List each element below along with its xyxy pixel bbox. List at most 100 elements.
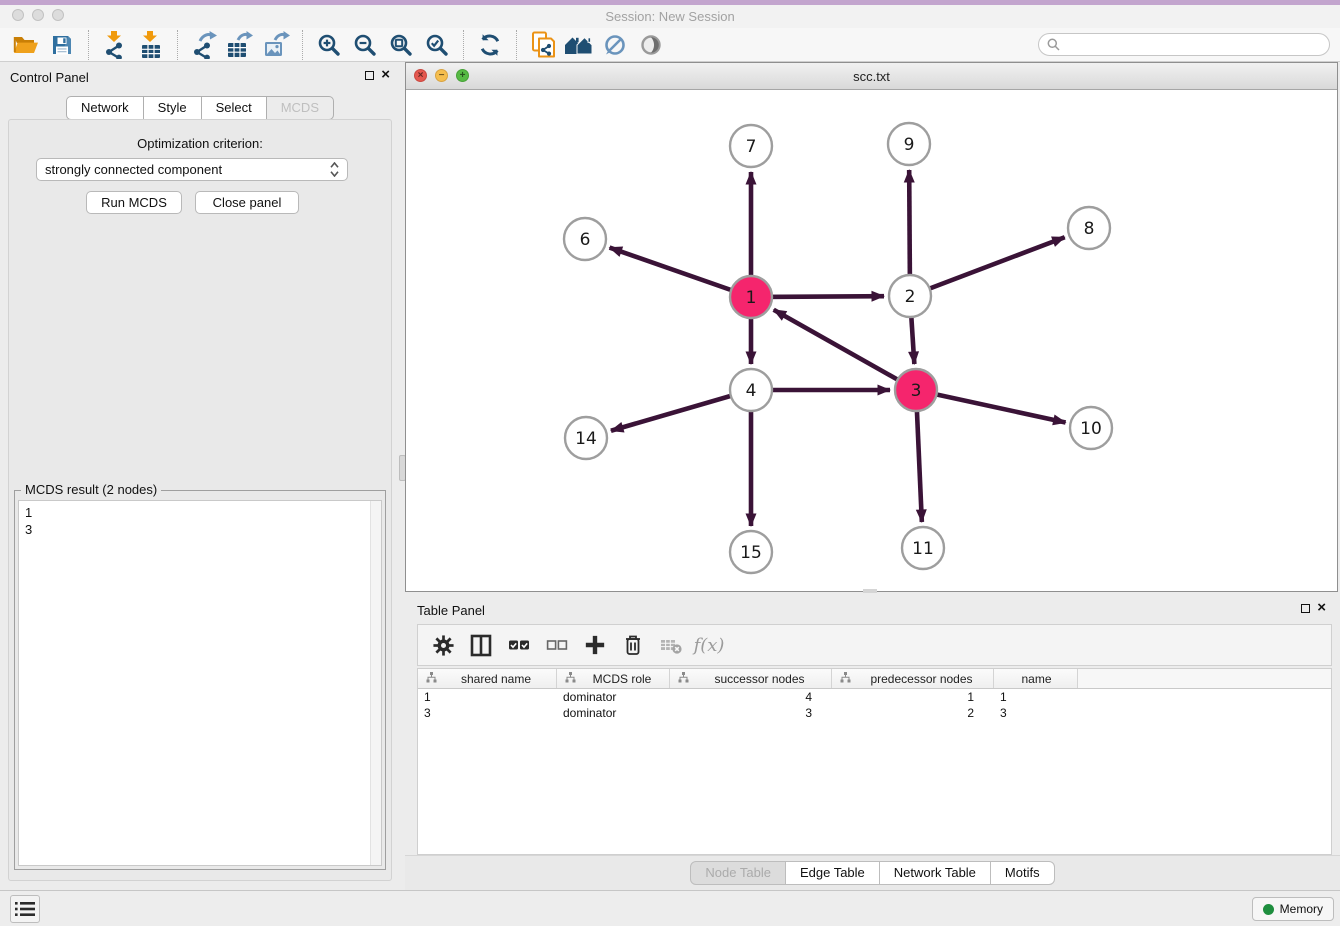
float-panel-icon[interactable] (365, 71, 374, 80)
table-row[interactable]: 1dominator411 (418, 689, 1331, 705)
table-header-row[interactable]: shared nameMCDS rolesuccessor nodesprede… (418, 669, 1331, 689)
table-toolbar: f(x) (417, 624, 1332, 666)
apply-layout-icon[interactable] (472, 29, 508, 61)
graph-node-15[interactable]: 15 (730, 531, 772, 573)
import-table-icon[interactable] (133, 29, 169, 61)
close-table-panel-icon[interactable]: × (1317, 602, 1326, 614)
export-table-icon[interactable] (222, 29, 258, 61)
table-body[interactable]: 1dominator4113dominator323 (418, 689, 1331, 721)
export-image-icon[interactable] (258, 29, 294, 61)
search-input[interactable] (1065, 38, 1321, 52)
hide-graphics-details-icon[interactable] (597, 29, 633, 61)
graph-node-2[interactable]: 2 (889, 275, 931, 317)
tab-edge-table[interactable]: Edge Table (785, 861, 880, 885)
graph-node-9[interactable]: 9 (888, 123, 930, 165)
float-table-panel-icon[interactable] (1301, 604, 1310, 613)
tab-network-table[interactable]: Network Table (879, 861, 991, 885)
column-header-successor-nodes[interactable]: successor nodes (670, 669, 832, 688)
deselect-all-columns-icon[interactable] (540, 628, 574, 662)
search-field[interactable] (1038, 33, 1330, 56)
close-panel-icon[interactable]: × (381, 69, 390, 81)
canvas-resize-handle[interactable] (863, 589, 877, 593)
graph-node-7[interactable]: 7 (730, 125, 772, 167)
column-header-predecessor-nodes[interactable]: predecessor nodes (832, 669, 994, 688)
run-mcds-button[interactable]: Run MCDS (86, 191, 182, 214)
table-cell[interactable]: 1 (832, 690, 994, 704)
select-all-columns-icon[interactable] (502, 628, 536, 662)
network-canvas[interactable]: 7 9 6 8 1 2 4 3 14 10 15 11 (406, 90, 1337, 591)
column-tree-icon (426, 672, 437, 686)
memory-button[interactable]: Memory (1252, 897, 1334, 921)
tab-mcds[interactable]: MCDS (266, 96, 334, 120)
maximize-window-button[interactable] (52, 9, 64, 21)
graph-edge-3-1[interactable] (774, 310, 916, 390)
memory-label: Memory (1280, 902, 1323, 916)
graph-node-3[interactable]: 3 (895, 369, 937, 411)
houses-icon[interactable] (561, 29, 597, 61)
network-maximize-icon[interactable]: + (456, 69, 469, 82)
graph-node-4[interactable]: 4 (730, 369, 772, 411)
import-network-icon[interactable] (97, 29, 133, 61)
svg-text:2: 2 (905, 287, 916, 307)
table-settings-gear-icon[interactable] (426, 628, 460, 662)
column-header-shared-name[interactable]: shared name (418, 669, 557, 688)
table-cell[interactable]: 3 (994, 706, 1078, 720)
graph-node-6[interactable]: 6 (564, 218, 606, 260)
save-session-icon[interactable] (44, 29, 80, 61)
tab-select[interactable]: Select (201, 96, 267, 120)
column-tree-icon (565, 672, 576, 686)
table-cell[interactable]: 1 (418, 690, 557, 704)
graph-node-14[interactable]: 14 (565, 417, 607, 459)
graph-node-8[interactable]: 8 (1068, 207, 1110, 249)
create-column-plus-icon[interactable] (578, 628, 612, 662)
zoom-out-icon[interactable] (347, 29, 383, 61)
zoom-in-icon[interactable] (311, 29, 347, 61)
table-cell[interactable]: 1 (994, 690, 1078, 704)
tab-network[interactable]: Network (66, 96, 144, 120)
network-graph[interactable]: 7 9 6 8 1 2 4 3 14 10 15 11 (406, 90, 1337, 591)
graph-node-1[interactable]: 1 (730, 276, 772, 318)
graph-edge-2-8[interactable] (910, 237, 1065, 296)
tab-node-table[interactable]: Node Table (690, 861, 786, 885)
column-header-MCDS-role[interactable]: MCDS role (557, 669, 670, 688)
show-columns-icon[interactable] (464, 628, 498, 662)
show-graphics-details-icon[interactable] (633, 29, 669, 61)
macos-titlebar: Session: New Session (0, 5, 1340, 28)
graph-edge-1-6[interactable] (610, 248, 751, 297)
search-icon (1047, 38, 1060, 51)
delete-column-trash-icon[interactable] (616, 628, 650, 662)
node-table[interactable]: shared nameMCDS rolesuccessor nodesprede… (417, 668, 1332, 855)
export-network-icon[interactable] (186, 29, 222, 61)
minimize-window-button[interactable] (32, 9, 44, 21)
network-window-titlebar[interactable]: × − + scc.txt (406, 63, 1337, 90)
tab-motifs[interactable]: Motifs (990, 861, 1055, 885)
criterion-dropdown[interactable]: strongly connected component (36, 158, 348, 181)
graph-edge-3-10[interactable] (916, 390, 1066, 422)
table-cell[interactable]: dominator (557, 706, 670, 720)
table-cell[interactable]: 4 (670, 690, 832, 704)
close-window-button[interactable] (12, 9, 24, 21)
tab-style[interactable]: Style (143, 96, 202, 120)
table-row[interactable]: 3dominator323 (418, 705, 1331, 721)
network-minimize-icon[interactable]: − (435, 69, 448, 82)
column-tree-icon (840, 672, 851, 686)
task-history-button[interactable] (10, 895, 40, 923)
graph-node-10[interactable]: 10 (1070, 407, 1112, 449)
mcds-result-textarea[interactable]: 1 3 (18, 500, 382, 866)
control-panel-title: Control Panel (10, 70, 89, 85)
table-cell[interactable]: dominator (557, 690, 670, 704)
graph-node-11[interactable]: 11 (902, 527, 944, 569)
open-session-icon[interactable] (8, 29, 44, 61)
svg-text:7: 7 (746, 137, 757, 157)
close-panel-button[interactable]: Close panel (195, 191, 299, 214)
new-network-from-selection-icon[interactable] (525, 29, 561, 61)
zoom-selected-icon[interactable] (419, 29, 455, 61)
zoom-fit-icon[interactable] (383, 29, 419, 61)
table-cell[interactable]: 3 (418, 706, 557, 720)
table-cell[interactable]: 3 (670, 706, 832, 720)
result-scrollbar[interactable] (370, 501, 381, 865)
network-close-icon[interactable]: × (414, 69, 427, 82)
column-header-name[interactable]: name (994, 669, 1078, 688)
network-view-window: × − + scc.txt 7 9 6 8 1 2 4 3 14 10 15 11 (405, 62, 1338, 592)
table-cell[interactable]: 2 (832, 706, 994, 720)
